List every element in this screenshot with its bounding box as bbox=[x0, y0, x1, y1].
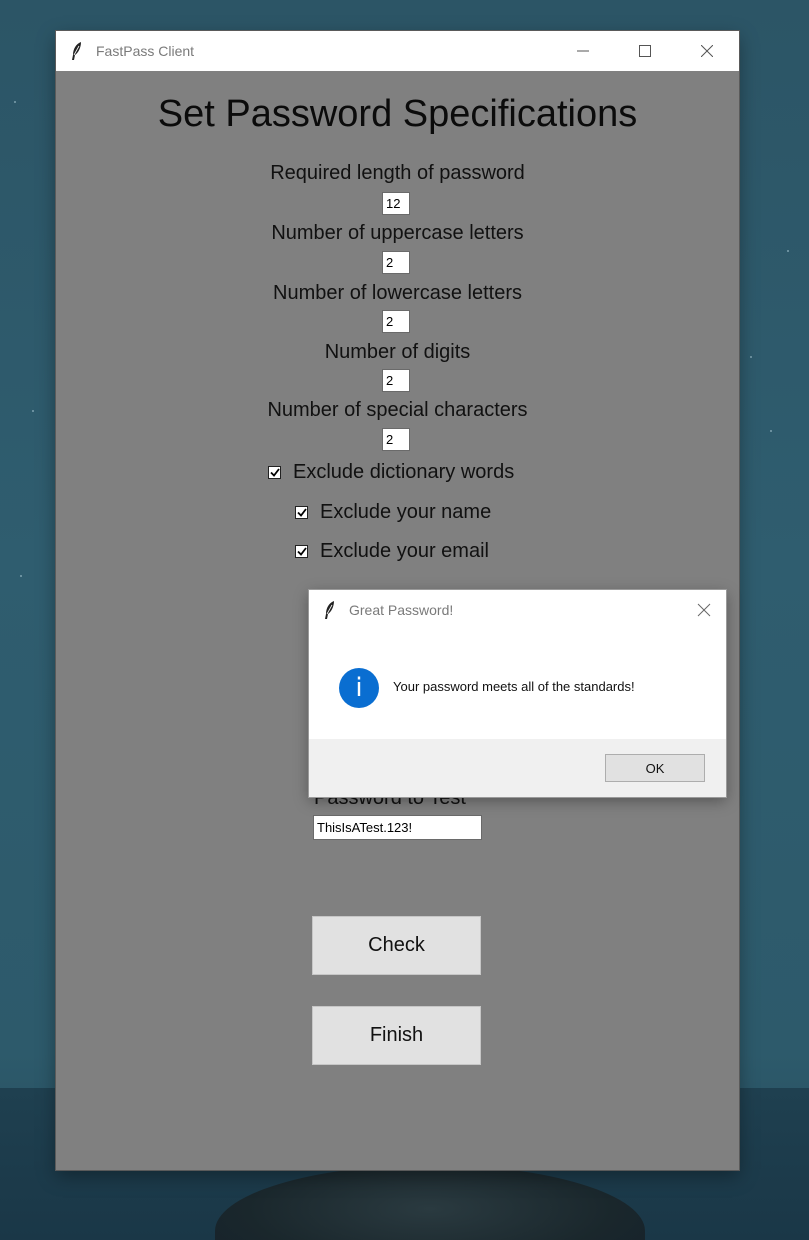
maximize-button[interactable] bbox=[622, 31, 668, 71]
dialog-message: Your password meets all of the standards… bbox=[393, 679, 635, 694]
check-button[interactable]: Check bbox=[312, 916, 481, 975]
checkmark-icon bbox=[296, 547, 307, 556]
checkmark-icon bbox=[269, 468, 280, 477]
exclude-dictionary-option[interactable]: Exclude dictionary words bbox=[268, 461, 514, 484]
ok-button[interactable]: OK bbox=[605, 754, 705, 782]
minimize-button[interactable] bbox=[560, 31, 606, 71]
exclude-name-option[interactable]: Exclude your name bbox=[295, 501, 491, 524]
close-icon bbox=[697, 603, 711, 617]
dialog-footer: OK bbox=[309, 739, 726, 797]
dialog-close-button[interactable] bbox=[689, 596, 719, 624]
wallpaper-star bbox=[770, 430, 772, 432]
wallpaper-star bbox=[20, 575, 22, 577]
lowercase-input[interactable]: 2 bbox=[382, 310, 410, 333]
wallpaper-star bbox=[750, 356, 752, 358]
exclude-email-option[interactable]: Exclude your email bbox=[295, 540, 489, 563]
info-icon: i bbox=[339, 668, 379, 708]
wallpaper-star bbox=[32, 410, 34, 412]
feather-icon bbox=[72, 42, 81, 60]
wallpaper-star bbox=[787, 250, 789, 252]
digits-label: Number of digits bbox=[324, 341, 471, 363]
password-input[interactable]: ThisIsATest.123! bbox=[313, 815, 482, 840]
page-title: Set Password Specifications bbox=[157, 93, 638, 135]
exclude-name-checkbox[interactable] bbox=[295, 506, 308, 519]
exclude-email-checkbox[interactable] bbox=[295, 545, 308, 558]
window-title: FastPass Client bbox=[96, 43, 195, 59]
special-chars-input[interactable]: 2 bbox=[382, 428, 410, 451]
length-input[interactable]: 12 bbox=[382, 192, 410, 215]
feather-icon bbox=[325, 601, 334, 619]
exclude-name-label: Exclude your name bbox=[320, 501, 492, 523]
wallpaper-star bbox=[14, 101, 16, 103]
uppercase-input[interactable]: 2 bbox=[382, 251, 410, 274]
finish-button[interactable]: Finish bbox=[312, 1006, 481, 1065]
checkmark-icon bbox=[296, 508, 307, 517]
message-dialog: Great Password! i Your password meets al… bbox=[309, 590, 726, 797]
lowercase-label: Number of lowercase letters bbox=[273, 282, 522, 304]
exclude-email-label: Exclude your email bbox=[320, 540, 489, 562]
dialog-title: Great Password! bbox=[349, 602, 454, 618]
uppercase-label: Number of uppercase letters bbox=[271, 222, 524, 244]
exclude-dictionary-checkbox[interactable] bbox=[268, 466, 281, 479]
title-bar[interactable]: FastPass Client bbox=[56, 31, 739, 71]
special-chars-label: Number of special characters bbox=[267, 399, 528, 421]
length-label: Required length of password bbox=[270, 162, 525, 184]
exclude-dictionary-label: Exclude dictionary words bbox=[293, 461, 515, 483]
close-icon bbox=[701, 45, 713, 57]
maximize-icon bbox=[639, 45, 651, 57]
minimize-icon bbox=[577, 50, 589, 52]
close-button[interactable] bbox=[684, 31, 730, 71]
digits-input[interactable]: 2 bbox=[382, 369, 410, 392]
